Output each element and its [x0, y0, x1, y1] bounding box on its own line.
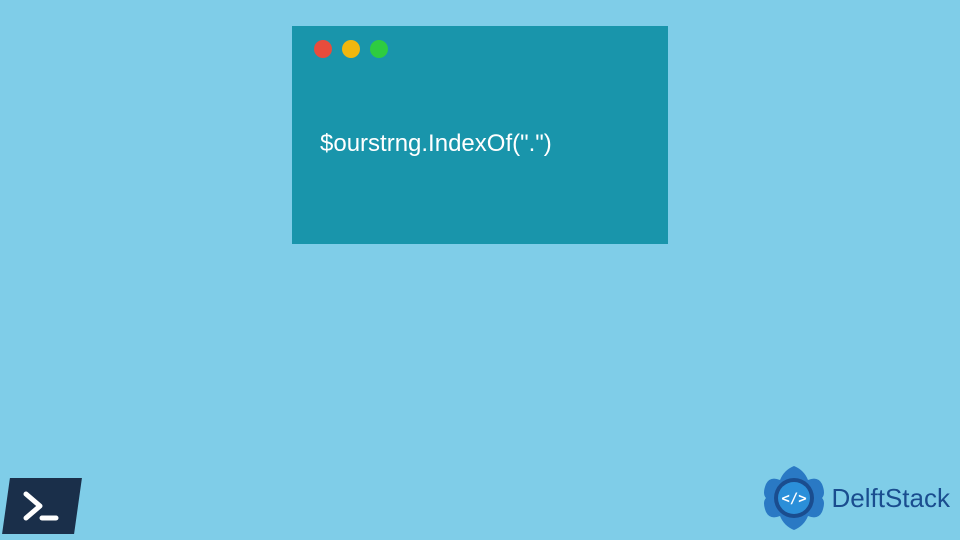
- brand-name: DelftStack: [832, 483, 951, 514]
- code-content: $ourstrng.IndexOf("."): [320, 130, 552, 158]
- delftstack-logo: </> DelftStack: [758, 462, 951, 534]
- svg-text:</>: </>: [781, 491, 806, 507]
- maximize-dot: [370, 40, 388, 58]
- powershell-icon: [2, 478, 82, 534]
- close-dot: [314, 40, 332, 58]
- window-controls: [314, 40, 388, 58]
- code-window: $ourstrng.IndexOf("."): [292, 26, 668, 244]
- delftstack-badge-icon: </>: [758, 462, 830, 534]
- minimize-dot: [342, 40, 360, 58]
